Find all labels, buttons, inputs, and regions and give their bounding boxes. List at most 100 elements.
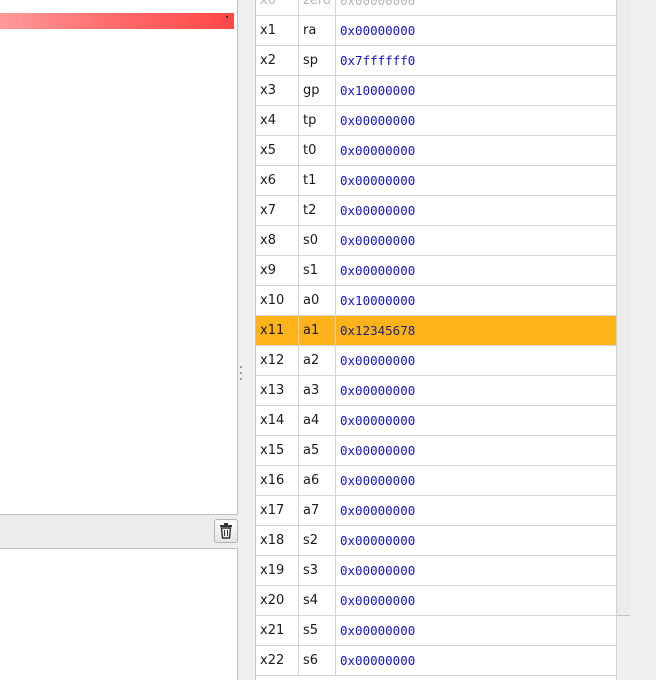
register-row[interactable]: x9 s1 0x00000000 bbox=[256, 256, 616, 286]
window-margin bbox=[631, 0, 656, 680]
register-abi-name: s3 bbox=[299, 556, 336, 585]
register-name: x20 bbox=[256, 586, 299, 615]
register-abi-name: t2 bbox=[299, 196, 336, 225]
register-value[interactable]: 0x00000000 bbox=[336, 406, 616, 435]
register-value[interactable]: 0x00000000 bbox=[336, 106, 616, 135]
register-name: x0 bbox=[256, 0, 299, 15]
console-output[interactable] bbox=[0, 548, 238, 680]
register-abi-name: sp bbox=[299, 46, 336, 75]
register-value[interactable]: 0x00000000 bbox=[336, 196, 616, 225]
register-name: x5 bbox=[256, 136, 299, 165]
console-toolbar bbox=[0, 515, 238, 547]
register-value[interactable]: 0x00000000 bbox=[336, 646, 616, 675]
register-abi-name: s5 bbox=[299, 616, 336, 645]
register-row[interactable]: x21 s5 0x00000000 bbox=[256, 616, 616, 646]
register-row[interactable]: x1 ra 0x00000000 bbox=[256, 16, 616, 46]
register-value[interactable]: 0x10000000 bbox=[336, 286, 616, 315]
register-name: x13 bbox=[256, 376, 299, 405]
register-value[interactable]: 0x00000000 bbox=[336, 166, 616, 195]
register-row[interactable]: x12 a2 0x00000000 bbox=[256, 346, 616, 376]
register-row[interactable]: x19 s3 0x00000000 bbox=[256, 556, 616, 586]
register-abi-name: s6 bbox=[299, 646, 336, 675]
register-value[interactable]: 0x00000000 bbox=[336, 436, 616, 465]
register-abi-name: a3 bbox=[299, 376, 336, 405]
register-value[interactable]: 0x12345678 bbox=[336, 316, 616, 345]
register-table[interactable]: x0 zero 0x00000000 x1 ra 0x00000000 x2 sp 0x7fff… bbox=[255, 0, 616, 680]
register-name: x14 bbox=[256, 406, 299, 435]
register-row[interactable]: x20 s4 0x00000000 bbox=[256, 586, 616, 616]
register-rows: x0 zero 0x00000000 x1 ra 0x00000000 x2 sp 0x7fff… bbox=[256, 0, 616, 676]
register-abi-name: ra bbox=[299, 16, 336, 45]
register-row[interactable]: x18 s2 0x00000000 bbox=[256, 526, 616, 556]
splitter-grip bbox=[240, 378, 242, 380]
register-value[interactable]: 0x00000000 bbox=[336, 526, 616, 555]
register-row[interactable]: x6 t1 0x00000000 bbox=[256, 166, 616, 196]
register-value[interactable]: 0x00000000 bbox=[336, 346, 616, 375]
register-name: x2 bbox=[256, 46, 299, 75]
register-abi-name: a4 bbox=[299, 406, 336, 435]
line-marker bbox=[226, 16, 228, 18]
register-abi-name: zero bbox=[299, 0, 336, 15]
register-name: x10 bbox=[256, 286, 299, 315]
register-name: x7 bbox=[256, 196, 299, 225]
register-value[interactable]: 0x00000000 bbox=[336, 0, 616, 15]
register-value[interactable]: 0x00000000 bbox=[336, 376, 616, 405]
register-value[interactable]: 0x00000000 bbox=[336, 586, 616, 615]
register-row[interactable]: x13 a3 0x00000000 bbox=[256, 376, 616, 406]
error-line-highlight bbox=[0, 13, 234, 29]
register-abi-name: s4 bbox=[299, 586, 336, 615]
register-row[interactable]: x5 t0 0x00000000 bbox=[256, 136, 616, 166]
register-row[interactable]: x0 zero 0x00000000 bbox=[256, 0, 616, 16]
register-abi-name: s0 bbox=[299, 226, 336, 255]
pane-splitter[interactable] bbox=[238, 0, 247, 680]
register-row[interactable]: x14 a4 0x00000000 bbox=[256, 406, 616, 436]
register-name: x15 bbox=[256, 436, 299, 465]
register-abi-name: a2 bbox=[299, 346, 336, 375]
clear-console-button[interactable] bbox=[214, 519, 238, 543]
register-value[interactable]: 0x00000000 bbox=[336, 556, 616, 585]
register-abi-name: tp bbox=[299, 106, 336, 135]
register-row[interactable]: x10 a0 0x10000000 bbox=[256, 286, 616, 316]
register-value[interactable]: 0x00000000 bbox=[336, 226, 616, 255]
register-name: x4 bbox=[256, 106, 299, 135]
register-value[interactable]: 0x00000000 bbox=[336, 16, 616, 45]
register-row[interactable]: x11 a1 0x12345678 bbox=[256, 316, 616, 346]
register-value[interactable]: 0x00000000 bbox=[336, 136, 616, 165]
register-abi-name: a5 bbox=[299, 436, 336, 465]
register-name: x19 bbox=[256, 556, 299, 585]
register-row[interactable]: x15 a5 0x00000000 bbox=[256, 436, 616, 466]
register-value[interactable]: 0x00000000 bbox=[336, 256, 616, 285]
register-value[interactable]: 0x00000000 bbox=[336, 496, 616, 525]
register-name: x17 bbox=[256, 496, 299, 525]
register-row[interactable]: x8 s0 0x00000000 bbox=[256, 226, 616, 256]
register-value[interactable]: 0x7ffffff0 bbox=[336, 46, 616, 75]
register-row[interactable]: x7 t2 0x00000000 bbox=[256, 196, 616, 226]
register-value[interactable]: 0x00000000 bbox=[336, 616, 616, 645]
register-row[interactable]: x2 sp 0x7ffffff0 bbox=[256, 46, 616, 76]
register-row[interactable]: x4 tp 0x00000000 bbox=[256, 106, 616, 136]
register-abi-name: s1 bbox=[299, 256, 336, 285]
register-row[interactable]: x17 a7 0x00000000 bbox=[256, 496, 616, 526]
register-row[interactable]: x22 s6 0x00000000 bbox=[256, 646, 616, 676]
register-name: x16 bbox=[256, 466, 299, 495]
register-name: x22 bbox=[256, 646, 299, 675]
splitter-grip bbox=[240, 366, 242, 368]
register-abi-name: gp bbox=[299, 76, 336, 105]
register-value[interactable]: 0x00000000 bbox=[336, 466, 616, 495]
register-name: x12 bbox=[256, 346, 299, 375]
register-name: x21 bbox=[256, 616, 299, 645]
register-name: x11 bbox=[256, 316, 299, 345]
register-abi-name: a6 bbox=[299, 466, 336, 495]
register-row[interactable]: x3 gp 0x10000000 bbox=[256, 76, 616, 106]
register-abi-name: t1 bbox=[299, 166, 336, 195]
trash-icon bbox=[220, 523, 232, 539]
register-abi-name: a7 bbox=[299, 496, 336, 525]
register-value[interactable]: 0x10000000 bbox=[336, 76, 616, 105]
register-name: x3 bbox=[256, 76, 299, 105]
register-abi-name: a1 bbox=[299, 316, 336, 345]
register-abi-name: a0 bbox=[299, 286, 336, 315]
scrollbar-thumb[interactable] bbox=[617, 0, 630, 616]
register-row[interactable]: x16 a6 0x00000000 bbox=[256, 466, 616, 496]
register-name: x18 bbox=[256, 526, 299, 555]
code-editor[interactable] bbox=[0, 0, 238, 515]
